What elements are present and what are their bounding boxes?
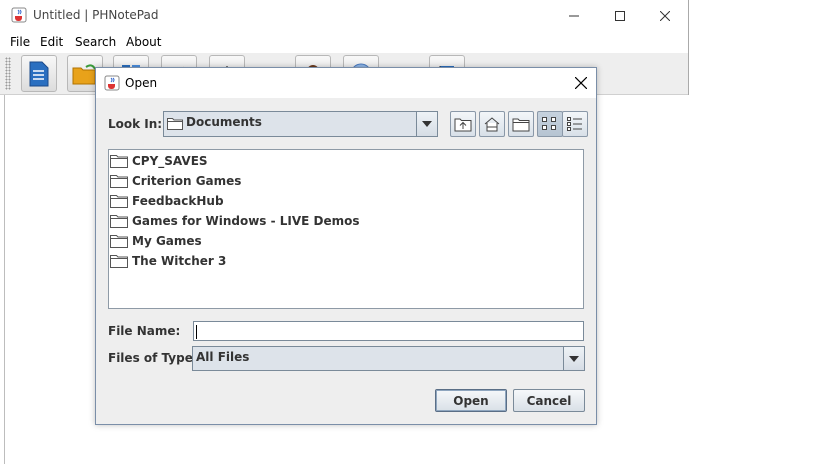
- list-item[interactable]: CPY_SAVES: [110, 151, 208, 171]
- title-bar: Untitled | PHNotePad: [0, 0, 688, 31]
- text-caret: [196, 325, 197, 339]
- new-folder-icon: [512, 118, 530, 132]
- files-of-type-value: All Files: [196, 350, 250, 364]
- list-item[interactable]: My Games: [110, 231, 202, 251]
- details-view-button[interactable]: [562, 111, 588, 137]
- list-item[interactable]: Games for Windows - LIVE Demos: [110, 211, 360, 231]
- menu-bar: File Edit Search About: [0, 31, 688, 53]
- menu-edit[interactable]: Edit: [40, 35, 63, 49]
- java-coffee-icon: [104, 75, 120, 91]
- file-name-label: File Name:: [108, 324, 181, 338]
- folder-icon: [167, 118, 183, 130]
- look-in-value: Documents: [186, 115, 262, 129]
- cancel-button[interactable]: Cancel: [513, 389, 585, 412]
- home-button[interactable]: [479, 111, 505, 137]
- chevron-down-icon: [422, 121, 432, 127]
- maximize-button[interactable]: [597, 0, 643, 31]
- open-button[interactable]: Open: [435, 389, 507, 412]
- file-name: CPY_SAVES: [132, 154, 208, 168]
- home-icon: [484, 117, 500, 132]
- file-name: FeedbackHub: [132, 194, 224, 208]
- maximize-icon: [615, 10, 625, 21]
- new-document-button[interactable]: [21, 55, 57, 92]
- file-name: My Games: [132, 234, 202, 248]
- close-icon: [575, 77, 587, 89]
- details-view-icon: [567, 117, 582, 131]
- minimize-button[interactable]: [551, 0, 597, 31]
- list-view-icon: [542, 117, 556, 130]
- folder-icon: [110, 255, 128, 268]
- toolbar-grip[interactable]: [5, 57, 11, 90]
- menu-about[interactable]: About: [126, 35, 161, 49]
- folder-icon: [110, 155, 128, 168]
- close-window-button[interactable]: [642, 0, 688, 31]
- list-item[interactable]: FeedbackHub: [110, 191, 224, 211]
- look-in-dropdown-arrow[interactable]: [416, 112, 437, 136]
- menu-search[interactable]: Search: [75, 35, 116, 49]
- folder-icon: [110, 235, 128, 248]
- folder-up-icon: [454, 118, 472, 132]
- up-one-level-button[interactable]: [450, 111, 476, 137]
- dialog-title: Open: [125, 76, 158, 90]
- files-of-type-combo[interactable]: All Files: [192, 346, 585, 371]
- dialog-title-bar: Open: [96, 68, 596, 98]
- java-coffee-icon: [11, 7, 27, 23]
- close-icon: [660, 10, 670, 21]
- open-dialog: Open Look In: Documents CPY_SAVES Criter…: [95, 67, 597, 425]
- list-view-button[interactable]: [537, 111, 563, 137]
- file-name: Criterion Games: [132, 174, 242, 188]
- list-item[interactable]: The Witcher 3: [110, 251, 226, 271]
- dialog-close-button[interactable]: [570, 72, 592, 94]
- file-list[interactable]: CPY_SAVES Criterion Games FeedbackHub Ga…: [108, 149, 584, 309]
- new-document-icon: [29, 61, 49, 86]
- list-item[interactable]: Criterion Games: [110, 171, 241, 191]
- folder-icon: [110, 215, 128, 228]
- window-title: Untitled | PHNotePad: [33, 8, 159, 22]
- folder-icon: [110, 195, 128, 208]
- chevron-down-icon: [569, 355, 579, 362]
- file-name: Games for Windows - LIVE Demos: [132, 214, 360, 228]
- menu-file[interactable]: File: [10, 35, 30, 49]
- new-folder-button[interactable]: [508, 111, 534, 137]
- look-in-combo[interactable]: Documents: [163, 111, 438, 137]
- folder-icon: [110, 175, 128, 188]
- file-name: The Witcher 3: [132, 254, 227, 268]
- files-of-type-label: Files of Type:: [108, 351, 198, 365]
- minimize-icon: [569, 15, 579, 16]
- files-of-type-dropdown-arrow[interactable]: [563, 347, 584, 370]
- look-in-label: Look In:: [108, 117, 163, 131]
- file-name-field[interactable]: [193, 321, 584, 341]
